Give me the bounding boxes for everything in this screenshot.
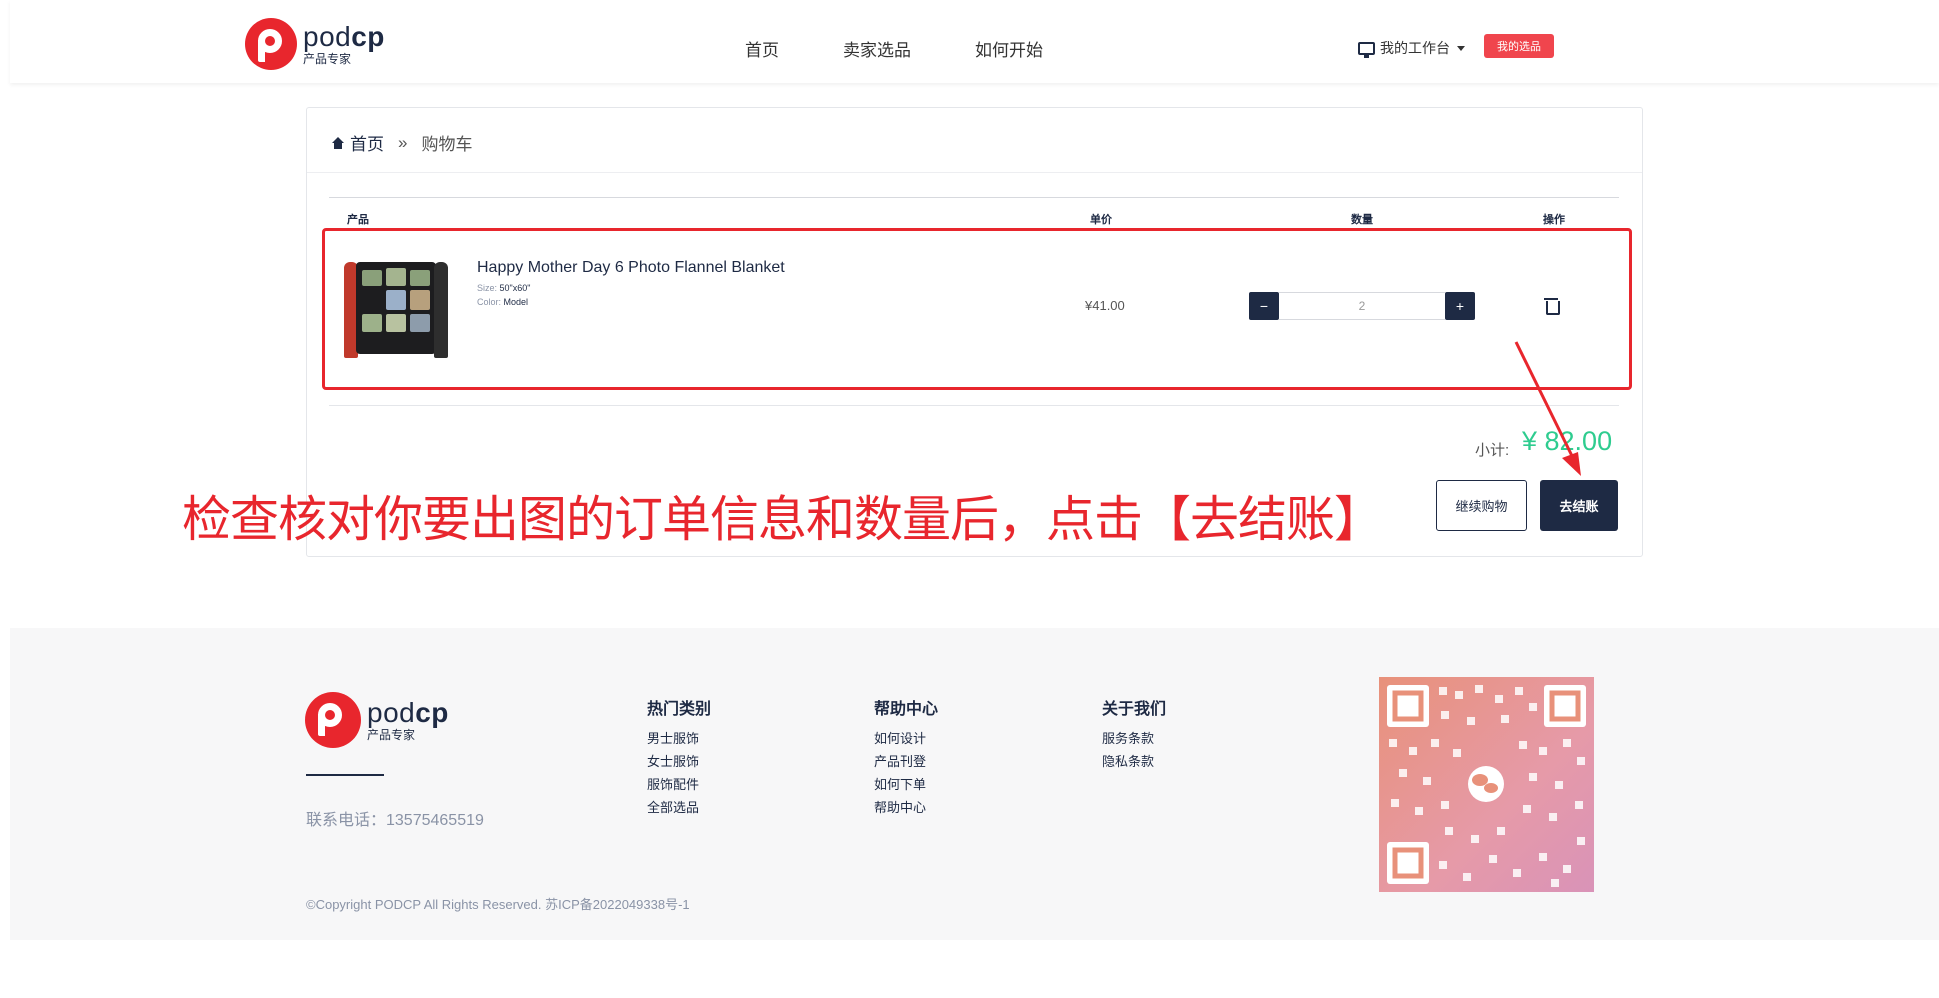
- footer-column-categories: 热门类别 男士服饰 女士服饰 服饰配件 全部选品: [647, 695, 711, 819]
- breadcrumb-current: 购物车: [421, 135, 473, 154]
- footer-link-help-center[interactable]: 帮助中心: [874, 796, 938, 819]
- quantity-stepper: − 2 +: [1249, 292, 1475, 320]
- column-header-product: 产品: [347, 214, 369, 226]
- product-name[interactable]: Happy Mother Day 6 Photo Flannel Blanket: [477, 259, 785, 277]
- column-header-quantity: 数量: [1351, 214, 1373, 226]
- footer-link-terms[interactable]: 服务条款: [1102, 727, 1166, 750]
- subtotal-value: ¥ 82.00: [1522, 426, 1613, 456]
- quantity-input[interactable]: 2: [1279, 292, 1445, 320]
- footer-link-privacy[interactable]: 隐私条款: [1102, 750, 1166, 773]
- breadcrumb-separator: »: [398, 132, 408, 152]
- site-logo[interactable]: podcp 产品专家: [245, 18, 385, 70]
- footer-logo-word-regular: pod: [367, 697, 416, 728]
- checkout-button[interactable]: 去结账: [1540, 480, 1618, 531]
- table-header-rule: [329, 197, 1619, 198]
- footer-column-title: 帮助中心: [874, 701, 939, 718]
- breadcrumb-home[interactable]: 首页: [350, 130, 384, 155]
- copyright: ©Copyright PODCP All Rights Reserved. 苏I…: [306, 897, 690, 912]
- footer-rule: [306, 774, 384, 776]
- subtotal-label: 小计:: [1475, 442, 1510, 459]
- color-value: Model: [503, 297, 529, 307]
- footer-link-listing[interactable]: 产品刊登: [874, 750, 938, 773]
- footer-link-how-to-design[interactable]: 如何设计: [874, 727, 938, 750]
- size-value: 50"x60": [499, 283, 531, 293]
- continue-shopping-button[interactable]: 继续购物: [1436, 480, 1527, 531]
- qr-pattern-icon: [1387, 685, 1586, 887]
- increase-quantity-button[interactable]: +: [1445, 292, 1475, 320]
- color-label: Color:: [477, 297, 502, 307]
- footer-logo-word-bold: cp: [415, 697, 449, 728]
- logo-word-bold: cp: [351, 21, 385, 52]
- footer-logo[interactable]: podcp 产品专家: [305, 692, 449, 748]
- podcp-logo-icon: [305, 692, 361, 748]
- main-nav: 首页 卖家选品 如何开始: [745, 36, 1043, 61]
- workbench-label: 我的工作台: [1380, 40, 1450, 56]
- podcp-logo-icon: [245, 18, 297, 70]
- footer-column-help: 帮助中心 如何设计 产品刊登 如何下单 帮助中心: [874, 695, 938, 819]
- caret-down-icon: [1457, 45, 1465, 51]
- decrease-quantity-button[interactable]: −: [1249, 292, 1279, 320]
- footer-link-how-to-order[interactable]: 如何下单: [874, 773, 938, 796]
- column-header-action: 操作: [1543, 214, 1565, 226]
- nav-how-to-start[interactable]: 如何开始: [975, 36, 1043, 61]
- column-header-unit-price: 单价: [1090, 214, 1112, 226]
- footer-link-accessories[interactable]: 服饰配件: [647, 773, 711, 796]
- product-color: Color: Model: [477, 297, 528, 307]
- instruction-annotation: 检查核对你要出图的订单信息和数量后，点击【去结账】: [182, 491, 1383, 548]
- workbench-dropdown[interactable]: 我的工作台: [1358, 38, 1465, 58]
- footer-logo-tagline: 产品专家: [367, 728, 416, 742]
- monitor-icon: [1358, 41, 1375, 58]
- nav-home[interactable]: 首页: [745, 36, 779, 61]
- site-footer: podcp 产品专家 联系电话：13575465519 ©Copyright P…: [10, 628, 1939, 940]
- breadcrumb: 首页 » 购物车: [332, 130, 472, 155]
- row-divider: [329, 405, 1619, 406]
- card-divider: [307, 172, 1642, 173]
- footer-link-mens[interactable]: 男士服饰: [647, 727, 711, 750]
- product-thumbnail[interactable]: [342, 258, 448, 358]
- nav-seller-picks[interactable]: 卖家选品: [843, 36, 911, 61]
- my-picks-button[interactable]: 我的选品: [1484, 34, 1554, 58]
- home-icon: [332, 136, 344, 149]
- wechat-qr-code: [1379, 677, 1594, 892]
- product-size: Size: 50"x60": [477, 283, 530, 293]
- size-label: Size:: [477, 283, 498, 293]
- unit-price: ¥41.00: [1085, 298, 1125, 313]
- trash-icon[interactable]: [1544, 298, 1560, 315]
- footer-column-title: 热门类别: [647, 701, 712, 718]
- footer-link-womens[interactable]: 女士服饰: [647, 750, 711, 773]
- footer-column-about: 关于我们 服务条款 隐私条款: [1102, 695, 1166, 773]
- top-header: podcp 产品专家 首页 卖家选品 如何开始 我的工作台 我的选品: [10, 0, 1939, 83]
- logo-tagline: 产品专家: [303, 52, 352, 66]
- contact-phone: 联系电话：13575465519: [306, 812, 484, 829]
- footer-column-title: 关于我们: [1102, 701, 1167, 718]
- logo-word-regular: pod: [303, 21, 352, 52]
- footer-link-all[interactable]: 全部选品: [647, 796, 711, 819]
